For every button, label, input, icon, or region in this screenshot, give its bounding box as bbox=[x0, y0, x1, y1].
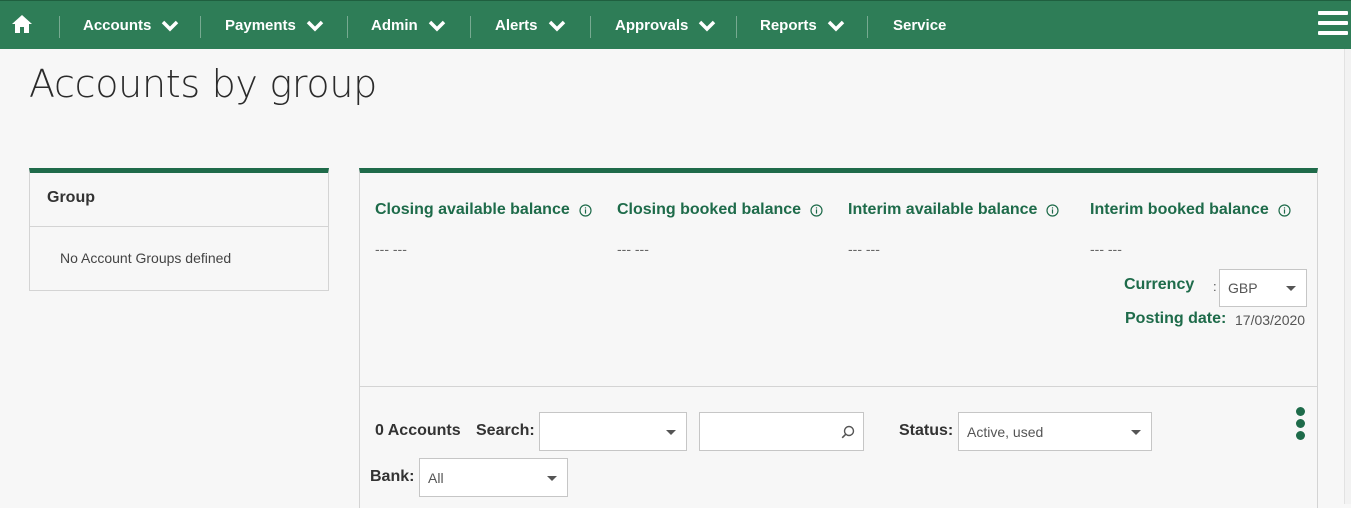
closing-booked-balance-value: --- --- bbox=[617, 241, 649, 257]
info-icon[interactable] bbox=[1278, 203, 1291, 217]
balance-label-text: Closing available balance bbox=[375, 201, 570, 218]
chevron-down-icon bbox=[428, 20, 445, 31]
nav-item-label: Service bbox=[893, 17, 947, 34]
nav-item-alerts[interactable]: Alerts bbox=[495, 1, 566, 50]
dropdown-caret-icon bbox=[1131, 429, 1141, 435]
interim-booked-balance-label[interactable]: Interim booked balance bbox=[1090, 201, 1291, 219]
more-options-icon[interactable] bbox=[1296, 407, 1308, 441]
interim-available-balance-value: --- --- bbox=[848, 241, 880, 257]
account-count: 0 Accounts bbox=[375, 422, 461, 439]
nav-item-accounts[interactable]: Accounts bbox=[83, 1, 179, 50]
nav-item-label: Reports bbox=[760, 17, 817, 34]
bank-selected-value: All bbox=[428, 469, 444, 486]
nav-item-label: Admin bbox=[371, 17, 418, 34]
nav-item-reports[interactable]: Reports bbox=[760, 1, 845, 50]
dropdown-caret-icon bbox=[666, 429, 676, 435]
currency-select[interactable]: GBP bbox=[1219, 269, 1307, 307]
nav-item-approvals[interactable]: Approvals bbox=[615, 1, 716, 50]
chevron-down-icon bbox=[699, 20, 716, 31]
chevron-down-icon bbox=[548, 20, 565, 31]
closing-available-balance-label[interactable]: Closing available balance bbox=[375, 201, 592, 219]
group-panel-header: Group bbox=[30, 173, 328, 227]
nav-item-label: Alerts bbox=[495, 17, 538, 34]
currency-separator: : bbox=[1213, 279, 1217, 294]
dropdown-caret-icon bbox=[547, 475, 557, 481]
hamburger-menu-icon[interactable] bbox=[1318, 11, 1348, 37]
scrollbar[interactable] bbox=[1344, 49, 1351, 504]
closing-booked-balance-label[interactable]: Closing booked balance bbox=[617, 201, 823, 219]
group-panel: Group No Account Groups defined bbox=[29, 168, 329, 291]
nav-item-admin[interactable]: Admin bbox=[371, 1, 446, 50]
balance-label-text: Interim booked balance bbox=[1090, 201, 1269, 218]
info-icon[interactable] bbox=[810, 203, 823, 217]
nav-separator bbox=[347, 16, 348, 38]
status-select[interactable]: Active, used bbox=[958, 412, 1152, 451]
nav-item-payments[interactable]: Payments bbox=[225, 1, 324, 50]
divider bbox=[360, 386, 1317, 387]
nav-separator bbox=[867, 16, 868, 38]
chevron-down-icon bbox=[162, 20, 179, 31]
nav-separator bbox=[470, 16, 471, 38]
interim-available-balance-label[interactable]: Interim available balance bbox=[848, 201, 1060, 219]
nav-item-label: Accounts bbox=[83, 17, 152, 34]
nav-item-service[interactable]: Service bbox=[893, 1, 946, 50]
chevron-down-icon bbox=[827, 20, 844, 31]
nav-item-label: Payments bbox=[225, 17, 296, 34]
currency-label: Currency bbox=[1124, 276, 1195, 293]
nav-separator bbox=[59, 16, 60, 38]
chevron-down-icon bbox=[306, 20, 324, 31]
dropdown-caret-icon bbox=[1286, 286, 1296, 291]
group-empty-message: No Account Groups defined bbox=[60, 250, 232, 266]
nav-separator bbox=[200, 16, 201, 38]
nav-separator bbox=[736, 16, 737, 38]
posting-date-value: 17/03/2020 bbox=[1235, 312, 1306, 328]
status-label: Status: bbox=[899, 422, 954, 439]
posting-date-label: Posting date: bbox=[1125, 310, 1227, 327]
nav-item-label: Approvals bbox=[615, 17, 689, 34]
nav-separator bbox=[590, 16, 591, 38]
page-title: Accounts by group bbox=[29, 62, 377, 106]
status-selected-value: Active, used bbox=[967, 423, 1044, 440]
search-field-select[interactable] bbox=[539, 412, 687, 451]
bank-label: Bank: bbox=[370, 468, 415, 485]
accounts-panel: Closing available balance --- --- Closin… bbox=[359, 168, 1318, 508]
info-icon[interactable] bbox=[1046, 203, 1060, 217]
balance-label-text: Closing booked balance bbox=[617, 201, 802, 218]
bank-select[interactable]: All bbox=[419, 458, 568, 497]
interim-booked-balance-value: --- --- bbox=[1090, 241, 1122, 257]
balance-label-text: Interim available balance bbox=[848, 201, 1038, 218]
home-icon[interactable] bbox=[10, 13, 34, 35]
currency-selected-value: GBP bbox=[1228, 280, 1258, 296]
info-icon[interactable] bbox=[579, 203, 592, 217]
search-icon[interactable] bbox=[841, 425, 855, 439]
closing-available-balance-value: --- --- bbox=[375, 241, 407, 257]
top-navigation: Accounts Payments Admin Alerts Approvals… bbox=[0, 0, 1351, 49]
search-input[interactable] bbox=[699, 412, 864, 451]
search-label: Search: bbox=[476, 422, 535, 439]
